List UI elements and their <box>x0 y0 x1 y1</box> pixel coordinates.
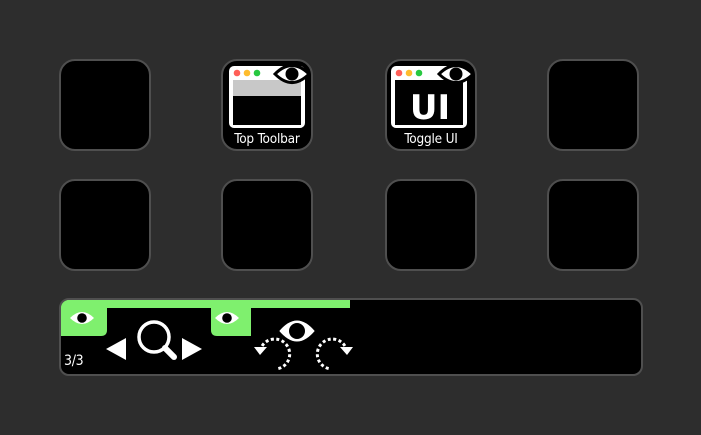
key-toggle-ui[interactable]: UI Toggle UI <box>385 59 477 151</box>
touch-strip[interactable]: 3/3 <box>59 298 643 376</box>
key-6[interactable] <box>221 179 313 271</box>
key-8[interactable] <box>547 179 639 271</box>
key-5[interactable] <box>59 179 151 271</box>
key-1[interactable] <box>59 59 151 151</box>
key-7[interactable] <box>385 179 477 271</box>
key-label: Top Toolbar <box>234 131 300 147</box>
ui-glyph-text: UI <box>410 88 450 128</box>
dial-2-segment[interactable] <box>209 300 355 374</box>
dial-1-segment[interactable] <box>61 300 207 374</box>
key-top-toolbar[interactable]: Top Toolbar <box>221 59 313 151</box>
key-4[interactable] <box>547 59 639 151</box>
key-label: Toggle UI <box>404 131 458 147</box>
